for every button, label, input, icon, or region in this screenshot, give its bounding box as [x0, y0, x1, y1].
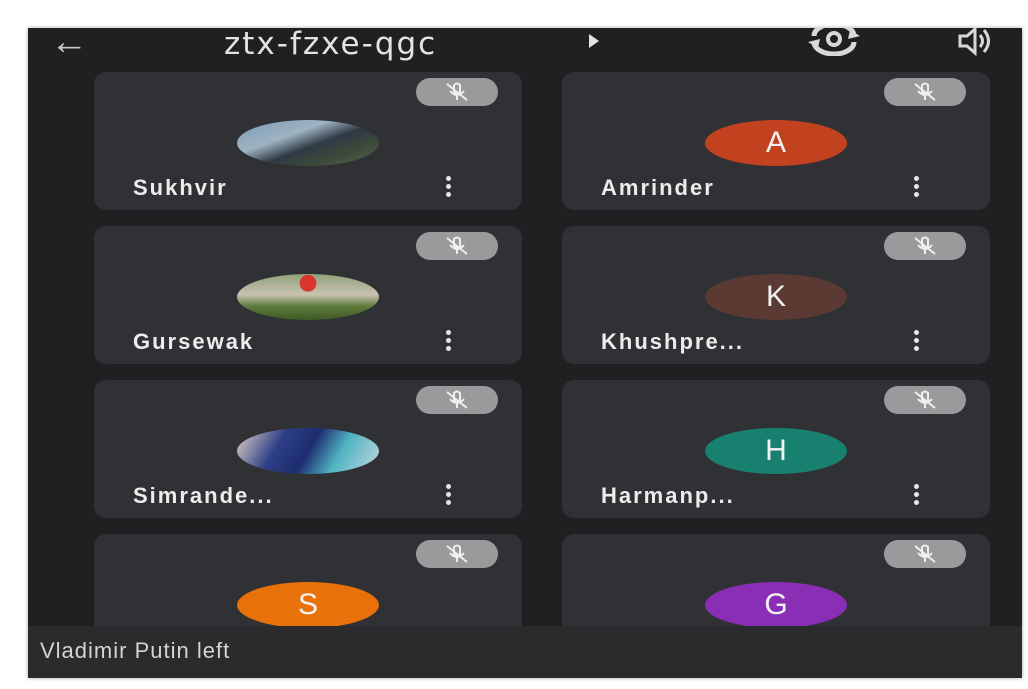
meeting-code[interactable]: ztx-fzxe-qgc [224, 28, 437, 62]
more-options-icon[interactable] [443, 176, 453, 198]
participant-tile[interactable]: Gursewak [94, 226, 522, 364]
participant-tile[interactable]: Simrande... [94, 380, 522, 518]
participant-initial-avatar: S [237, 582, 379, 628]
mic-off-badge [884, 386, 966, 414]
mic-off-badge [884, 540, 966, 568]
more-options-icon[interactable] [911, 330, 921, 352]
participant-initial-avatar: G [705, 582, 847, 628]
notification-toast: Vladimir Putin left [28, 626, 1022, 678]
mic-off-badge [416, 540, 498, 568]
more-options-icon[interactable] [443, 484, 453, 506]
participant-name: Simrande... [133, 483, 274, 508]
participant-initial-avatar: K [705, 274, 847, 320]
meeting-info-arrow-icon[interactable] [589, 34, 599, 48]
participant-initial-avatar: A [705, 120, 847, 166]
more-options-icon[interactable] [911, 176, 921, 198]
mic-off-badge [416, 78, 498, 106]
participant-photo-avatar [237, 428, 379, 474]
participant-photo-avatar [237, 120, 379, 166]
speaker-icon[interactable] [956, 28, 996, 57]
more-options-icon[interactable] [911, 484, 921, 506]
participant-tile[interactable]: K Khushpre... [562, 226, 990, 364]
back-arrow-icon[interactable]: ← [50, 28, 88, 62]
meeting-screen: ← ztx-fzxe-qgc Sukhvir A Amrinder Gursew… [28, 28, 1022, 678]
participant-name: Sukhvir [133, 175, 228, 200]
switch-camera-icon[interactable] [804, 28, 864, 57]
participant-name: Amrinder [601, 175, 715, 200]
mic-off-badge [884, 232, 966, 260]
participant-tile[interactable]: Sukhvir [94, 72, 522, 210]
mic-off-badge [416, 232, 498, 260]
participant-tile[interactable]: A Amrinder [562, 72, 990, 210]
participant-name: Khushpre... [601, 329, 745, 354]
participant-tile[interactable]: H Harmanp... [562, 380, 990, 518]
more-options-icon[interactable] [443, 330, 453, 352]
mic-off-badge [884, 78, 966, 106]
participant-name: Harmanp... [601, 483, 735, 508]
participant-name: Gursewak [133, 329, 255, 354]
participant-photo-avatar [237, 274, 379, 320]
top-bar: ← ztx-fzxe-qgc [28, 28, 1022, 68]
participant-initial-avatar: H [705, 428, 847, 474]
toast-message: Vladimir Putin left [40, 638, 231, 663]
mic-off-badge [416, 386, 498, 414]
